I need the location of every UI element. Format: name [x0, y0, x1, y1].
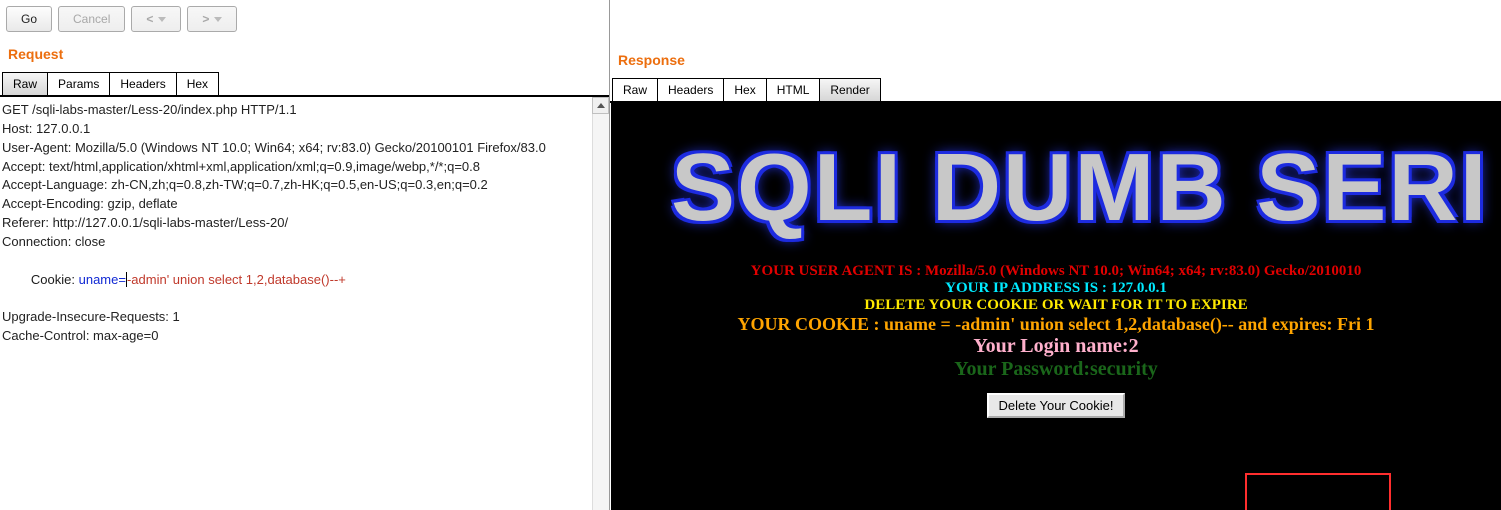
- response-title: Response: [610, 48, 1501, 78]
- page-banner: SQLI DUMB SERI: [671, 133, 1501, 243]
- delete-cookie-text: DELETE YOUR COOKIE OR WAIT FOR IT TO EXP…: [611, 297, 1501, 314]
- request-line: Referer: http://127.0.0.1/sqli-labs-mast…: [0, 214, 609, 233]
- password-text: Your Password:security: [611, 358, 1501, 381]
- scrollbar[interactable]: [592, 97, 609, 510]
- delete-cookie-button[interactable]: Delete Your Cookie!: [987, 393, 1126, 418]
- forward-button: >: [187, 6, 237, 32]
- request-line: Upgrade-Insecure-Requests: 1: [0, 308, 609, 327]
- annotation-box: [1245, 473, 1391, 510]
- scroll-up-icon[interactable]: [592, 97, 609, 114]
- request-line: Accept-Language: zh-CN,zh;q=0.8,zh-TW;q=…: [0, 176, 609, 195]
- caret-down-icon: [214, 17, 222, 22]
- request-line: Host: 127.0.0.1: [0, 120, 609, 139]
- cookie-name: uname=: [79, 272, 126, 287]
- back-button: <: [131, 6, 181, 32]
- go-button[interactable]: Go: [6, 6, 52, 32]
- chevron-right-icon: >: [202, 12, 209, 26]
- tab-resp-render[interactable]: Render: [819, 78, 880, 101]
- tab-raw[interactable]: Raw: [2, 72, 48, 95]
- request-line: Connection: close: [0, 233, 609, 252]
- tab-hex[interactable]: Hex: [176, 72, 219, 95]
- tab-resp-html[interactable]: HTML: [766, 78, 821, 101]
- request-line: Accept-Encoding: gzip, deflate: [0, 195, 609, 214]
- ip-text: YOUR IP ADDRESS IS : 127.0.0.1: [611, 280, 1501, 297]
- tab-params[interactable]: Params: [47, 72, 110, 95]
- request-line: User-Agent: Mozilla/5.0 (Windows NT 10.0…: [0, 139, 609, 158]
- response-tabbar: Raw Headers Hex HTML Render: [610, 78, 1501, 103]
- cookie-value: -admin' union select 1,2,database()--+: [127, 272, 346, 287]
- tab-resp-hex[interactable]: Hex: [723, 78, 766, 101]
- request-line: GET /sqli-labs-master/Less-20/index.php …: [0, 101, 609, 120]
- user-agent-text: YOUR USER AGENT IS : Mozilla/5.0 (Window…: [611, 263, 1501, 280]
- login-name-text: Your Login name:2: [611, 335, 1501, 358]
- request-raw-editor[interactable]: GET /sqli-labs-master/Less-20/index.php …: [0, 97, 609, 510]
- request-line: Accept: text/html,application/xhtml+xml,…: [0, 158, 609, 177]
- cookie-header-line: Cookie: uname=-admin' union select 1,2,d…: [0, 252, 609, 309]
- caret-down-icon: [158, 17, 166, 22]
- toolbar: Go Cancel < >: [0, 0, 609, 42]
- tab-resp-raw[interactable]: Raw: [612, 78, 658, 101]
- response-render-viewport[interactable]: SQLI DUMB SERI YOUR USER AGENT IS : Mozi…: [610, 103, 1501, 510]
- request-title: Request: [0, 42, 609, 72]
- cookie-label: Cookie:: [31, 272, 79, 287]
- tab-headers[interactable]: Headers: [109, 72, 176, 95]
- chevron-left-icon: <: [146, 12, 153, 26]
- request-tabbar: Raw Params Headers Hex: [0, 72, 609, 97]
- tab-resp-headers[interactable]: Headers: [657, 78, 724, 101]
- request-line: Cache-Control: max-age=0: [0, 327, 609, 346]
- cookie-text: YOUR COOKIE : uname = -admin' union sele…: [611, 314, 1501, 335]
- cancel-button: Cancel: [58, 6, 125, 32]
